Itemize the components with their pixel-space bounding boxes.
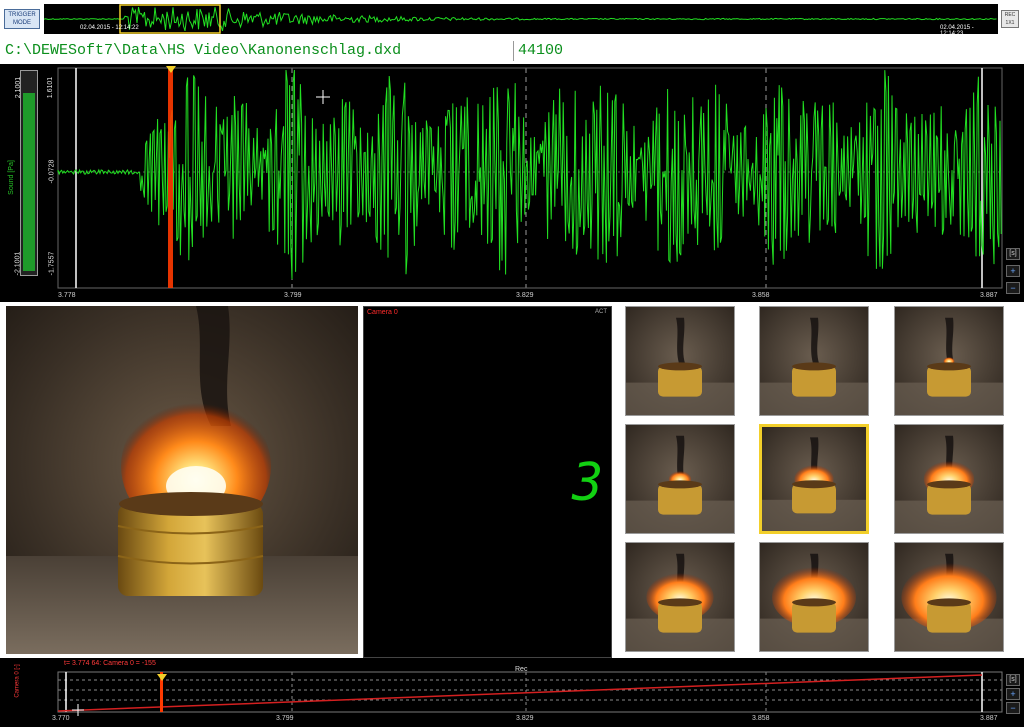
timeline-unit-box[interactable]: [s] — [1006, 674, 1020, 686]
sample-rate-display: 44100 — [513, 41, 1020, 61]
frame-thumbnail[interactable] — [894, 306, 1004, 416]
x-tick-2: 3.829 — [516, 292, 534, 299]
timeline-x-tick-0: 3.770 — [52, 715, 70, 722]
frame-thumbnail-image — [626, 425, 734, 533]
file-path-display: C:\DEWESoft7\Data\HS Video\Kanonenschlag… — [4, 41, 507, 61]
trigger-mode-label-2: MODE — [13, 20, 31, 26]
timeline-x-tick-4: 3.887 — [980, 715, 998, 722]
timeline-graph — [57, 671, 1003, 716]
video-area: Camera 0 ACT 3 — [0, 302, 1024, 658]
frame-thumbnail[interactable] — [625, 424, 735, 534]
overview-start-time: 02.04.2015 - 12:14:22 — [80, 25, 139, 31]
camera-act-label: ACT — [595, 309, 607, 315]
x-tick-4: 3.887 — [980, 292, 998, 299]
frame-thumbnail-selected[interactable] — [759, 424, 869, 534]
frame-thumbnail-image — [626, 543, 734, 651]
sound-graph-panel[interactable]: Sound [Pa] 2.1001 -2.1001 1.6101 -0.0728… — [0, 64, 1024, 302]
frame-thumbnail-image — [895, 425, 1003, 533]
timeline-zoom-out-icon[interactable]: − — [1006, 702, 1020, 714]
frame-thumbnail-image — [895, 307, 1003, 415]
overview-waveform-graphic — [44, 4, 997, 34]
frame-thumbnail[interactable] — [625, 542, 735, 652]
main-video-frame[interactable] — [6, 306, 358, 654]
sound-unit-box[interactable]: [s] — [1006, 248, 1020, 260]
timeline-x-tick-3: 3.858 — [752, 715, 770, 722]
frame-thumbnail-image — [762, 427, 866, 531]
frame-thumbnail[interactable] — [894, 424, 1004, 534]
camera-frame-digit: 3 — [572, 453, 604, 513]
overview-strip: TRIGGER MODE 02.04.2015 - 12:14:22 02.04… — [0, 0, 1024, 38]
frame-thumbnail[interactable] — [759, 542, 869, 652]
sound-zoom-in-icon[interactable]: + — [1006, 265, 1020, 277]
frame-thumbnail-image — [760, 307, 868, 415]
x-tick-1: 3.799 — [284, 292, 302, 299]
frame-thumbnail-image — [626, 307, 734, 415]
camera-panel[interactable]: Camera 0 ACT 3 — [363, 306, 612, 658]
frame-thumbnail[interactable] — [894, 542, 1004, 652]
overview-end-time: 02.04.2015 - 12:14:23 — [940, 25, 974, 37]
frame-thumbnail[interactable] — [625, 306, 735, 416]
x-tick-3: 3.858 — [752, 292, 770, 299]
timeline-x-tick-1: 3.799 — [276, 715, 294, 722]
sound-waveform — [57, 66, 1003, 289]
frame-thumbnail-image — [760, 543, 868, 651]
camera-title: Camera 0 — [367, 309, 398, 316]
frame-thumbnail[interactable] — [759, 306, 869, 416]
frame-thumbnail-image — [895, 543, 1003, 651]
timeline-zoom-in-icon[interactable]: + — [1006, 688, 1020, 700]
overview-waveform[interactable]: 02.04.2015 - 12:14:22 02.04.2015 - 12:14… — [44, 4, 998, 37]
camera-timeline-panel[interactable]: Camera 0 [-] t= 3.774 64: Camera 0 = -15… — [0, 658, 1024, 727]
trigger-mode-button[interactable]: TRIGGER MODE — [4, 9, 40, 29]
timeline-x-tick-2: 3.829 — [516, 715, 534, 722]
trigger-mode-label-1: TRIGGER — [8, 12, 36, 18]
x-tick-0: 3.778 — [58, 292, 76, 299]
file-info-row: C:\DEWESoft7\Data\HS Video\Kanonenschlag… — [0, 38, 1024, 64]
sound-zoom-out-icon[interactable]: − — [1006, 282, 1020, 294]
overview-record-button[interactable]: REC 1X1 — [1001, 10, 1019, 28]
